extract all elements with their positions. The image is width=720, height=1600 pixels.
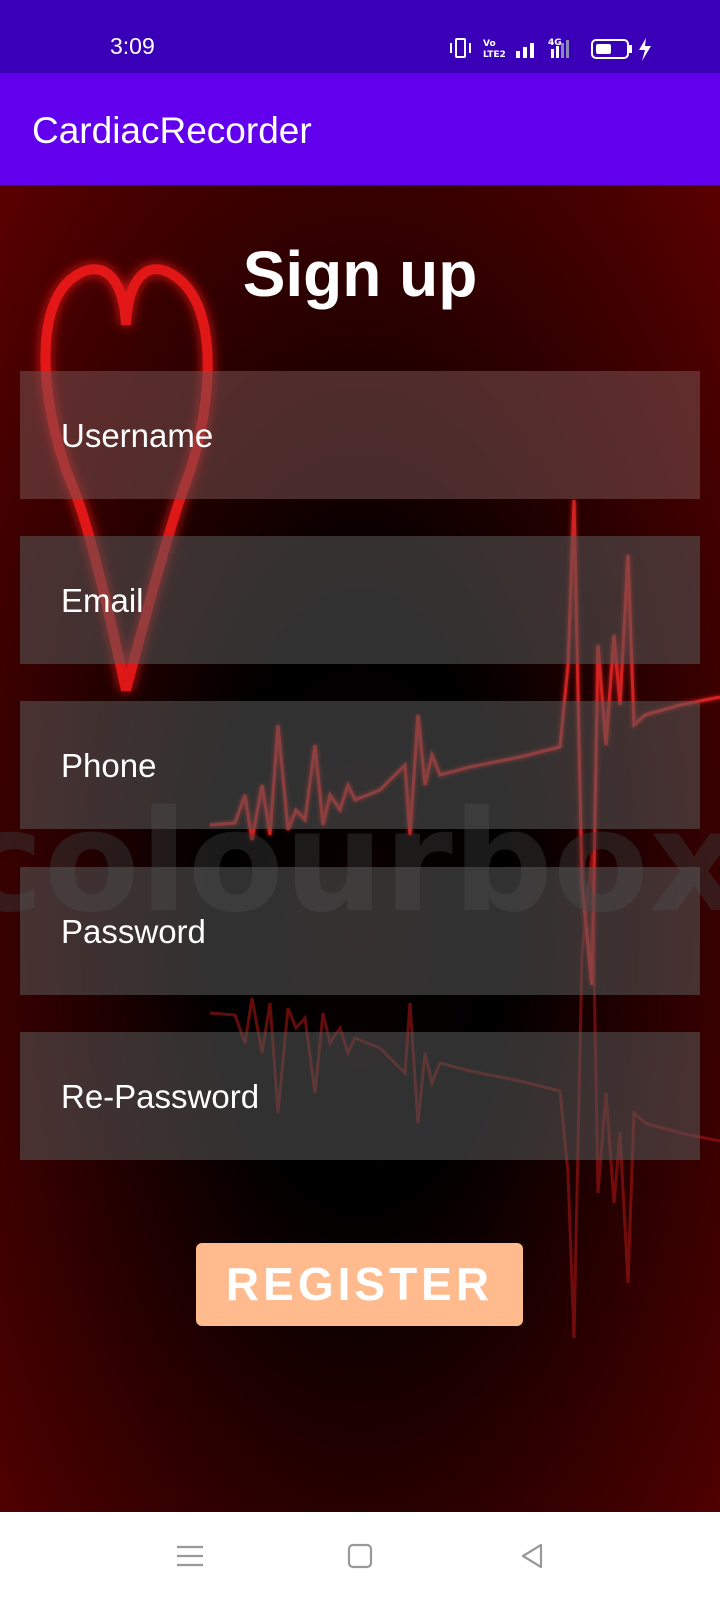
username-field[interactable]: Username [20, 371, 700, 499]
phone-placeholder: Phone [61, 747, 157, 784]
menu-icon[interactable] [174, 1540, 206, 1572]
svg-text:4G: 4G [548, 38, 562, 48]
phone-field[interactable]: Phone [20, 701, 700, 829]
repassword-field[interactable]: Re-Password [20, 1032, 700, 1160]
page-title: Sign up [242, 238, 478, 310]
signal-icon [516, 43, 534, 58]
svg-text:LTE2: LTE2 [483, 50, 506, 60]
home-icon[interactable] [344, 1540, 376, 1572]
signup-screen: colourbox Sign up Username Email Phone P… [0, 185, 720, 1512]
back-icon[interactable] [516, 1540, 548, 1572]
4g-signal-icon: 4G [548, 38, 569, 58]
charging-icon [639, 38, 651, 61]
battery-icon [591, 39, 632, 59]
volte-icon: Vo LTE2 [483, 39, 506, 60]
email-placeholder: Email [61, 582, 144, 619]
svg-text:Vo: Vo [483, 39, 496, 49]
app-title: CardiacRecorder [32, 110, 312, 151]
register-button[interactable]: REGISTER [196, 1243, 523, 1326]
password-placeholder: Password [61, 913, 206, 950]
repassword-placeholder: Re-Password [61, 1078, 260, 1115]
app-bar: CardiacRecorder [0, 73, 720, 185]
password-field[interactable]: Password [20, 867, 700, 995]
email-field[interactable]: Email [20, 536, 700, 664]
status-bar: 3:09 Vo LTE2 4G [0, 0, 720, 73]
status-time: 3:09 [110, 33, 155, 59]
username-placeholder: Username [61, 417, 214, 454]
vibrate-icon [450, 38, 471, 58]
status-icons: Vo LTE2 4G [450, 38, 651, 61]
navigation-bar [0, 1512, 720, 1600]
